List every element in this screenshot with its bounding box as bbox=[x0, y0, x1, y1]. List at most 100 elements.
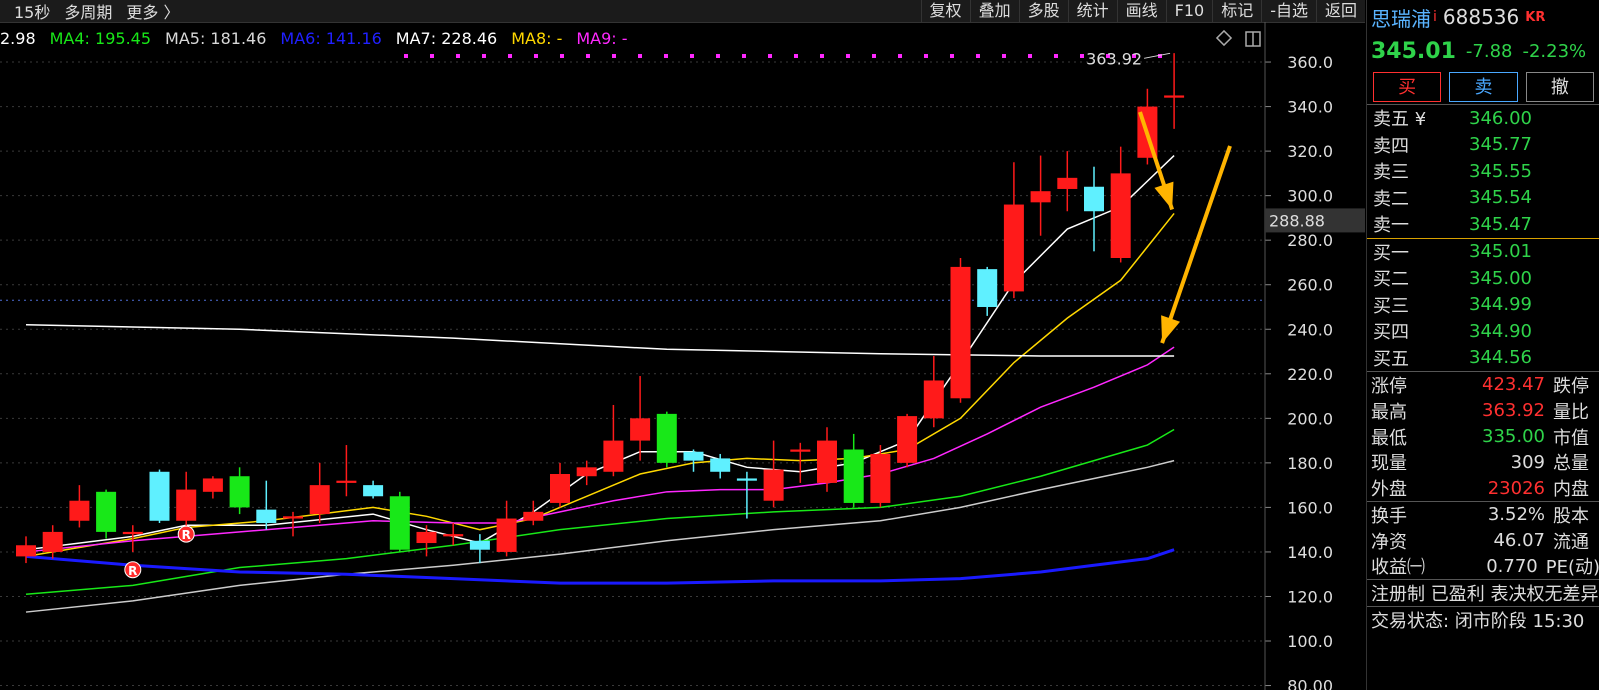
more-button[interactable]: 更多 〉 bbox=[126, 0, 179, 23]
ask-row-3: 卖三 345.55 bbox=[1367, 158, 1599, 185]
bid-row-3: 买三 344.99 bbox=[1367, 292, 1599, 319]
y-tick-label: 360.0 bbox=[1287, 53, 1333, 72]
stat-row: 现量 309 总量 bbox=[1367, 449, 1599, 475]
price-change-pct: -2.23% bbox=[1522, 40, 1587, 62]
trading-status: 交易状态: 闭市阶段 15:30 bbox=[1371, 611, 1585, 633]
bid-price[interactable]: 344.99 bbox=[1469, 294, 1532, 315]
bid-price[interactable]: 344.56 bbox=[1469, 347, 1532, 368]
restore-rights-button[interactable]: 复权 bbox=[920, 0, 970, 22]
ma-legend: 2.98 MA4: 195.45 MA5: 181.46 MA6: 141.16… bbox=[0, 26, 642, 50]
ask-label: 卖四 bbox=[1373, 135, 1409, 157]
stat-label-secondary: 流通 bbox=[1553, 531, 1589, 553]
quote-panel: 思瑞浦 i 688536 KR 345.01 -7.88 -2.23% 买 卖 … bbox=[1366, 0, 1599, 690]
candle-body bbox=[1110, 173, 1131, 258]
y-tick-label: 100.0 bbox=[1287, 632, 1333, 651]
overlay-button[interactable]: 叠加 bbox=[969, 0, 1019, 22]
y-tick-label: 260.0 bbox=[1287, 276, 1333, 295]
stat-row: 最高 363.92 量比 bbox=[1367, 398, 1599, 424]
bid-price[interactable]: 344.90 bbox=[1469, 321, 1532, 342]
ma-line-1 bbox=[25, 212, 1175, 558]
ask-row-5: 卖五 ¥ 346.00 bbox=[1367, 105, 1599, 132]
ask-price[interactable]: 345.54 bbox=[1469, 187, 1532, 208]
ask-price[interactable]: 346.00 bbox=[1469, 108, 1532, 129]
stat-value: 23026 bbox=[1487, 477, 1545, 499]
remove-watchlist-button[interactable]: -自选 bbox=[1261, 0, 1316, 22]
candle-body bbox=[1164, 95, 1185, 98]
statistics-button[interactable]: 统计 bbox=[1067, 0, 1117, 22]
candle-body bbox=[389, 496, 410, 550]
stock-name[interactable]: 思瑞浦 bbox=[1371, 3, 1431, 32]
multi-stock-button[interactable]: 多股 bbox=[1018, 0, 1068, 22]
ma-legend-item-0: 2.98 bbox=[0, 28, 36, 48]
candle-body bbox=[229, 476, 250, 508]
sell-button[interactable]: 卖 bbox=[1449, 72, 1518, 102]
period-15s[interactable]: 15秒 bbox=[14, 0, 50, 23]
candle-body bbox=[576, 467, 597, 477]
candle-body bbox=[16, 545, 36, 557]
ask-row-4: 卖四 345.77 bbox=[1367, 132, 1599, 159]
candle-body bbox=[710, 458, 731, 472]
high-price-label: 363.92 bbox=[1086, 49, 1142, 68]
stat-value: 0.770 bbox=[1486, 555, 1538, 577]
candle-body bbox=[603, 440, 624, 472]
candle-body bbox=[817, 440, 837, 483]
y-tick-label: 300.0 bbox=[1287, 187, 1333, 206]
ask-label: 卖二 bbox=[1373, 188, 1409, 210]
ask-row-1: 卖一 345.47 bbox=[1367, 211, 1599, 238]
ma-line-5 bbox=[25, 548, 1175, 585]
stat-row: 最低 335.00 市值 bbox=[1367, 424, 1599, 450]
cancel-order-button[interactable]: 撤 bbox=[1525, 72, 1594, 102]
stats-block-a: 涨停 423.47 跌停 最高 363.92 量比 最低 335.00 市值 现量 309 总量… bbox=[1367, 372, 1599, 501]
buy-button[interactable]: 买 bbox=[1373, 72, 1442, 102]
y-tick-label: 220.0 bbox=[1287, 365, 1333, 384]
ask-label: 卖三 bbox=[1373, 162, 1409, 184]
stock-code: 688536 bbox=[1442, 5, 1520, 29]
bid-label: 买三 bbox=[1373, 295, 1409, 317]
candle-body bbox=[1084, 186, 1104, 212]
bid-label: 买一 bbox=[1373, 242, 1409, 264]
stat-label-secondary: 市值 bbox=[1553, 427, 1589, 449]
ask-price[interactable]: 345.47 bbox=[1469, 214, 1532, 235]
stock-tag-badge: i bbox=[1433, 9, 1437, 25]
annotation-arrowhead bbox=[1154, 181, 1174, 210]
ask-price[interactable]: 345.55 bbox=[1469, 161, 1532, 182]
ma-legend-item-ma8: MA8: - bbox=[511, 28, 563, 48]
multi-period-button[interactable]: 多周期 bbox=[64, 0, 112, 23]
ask-price[interactable]: 345.77 bbox=[1469, 134, 1532, 155]
stat-value: 335.00 bbox=[1482, 425, 1545, 447]
bid-row-5: 买五 344.56 bbox=[1367, 345, 1599, 372]
event-marker-label: R bbox=[182, 528, 191, 542]
back-button[interactable]: 返回 bbox=[1315, 0, 1365, 22]
candle-body bbox=[630, 418, 651, 441]
trade-buttons: 买 卖 撤 bbox=[1367, 68, 1599, 104]
candle-body bbox=[790, 449, 811, 452]
candle-body bbox=[950, 266, 971, 399]
candle-body bbox=[96, 491, 117, 532]
candle-body bbox=[176, 489, 197, 521]
candlestick-chart[interactable]: 360.0 340.0 320.0 300.0 280.0 260.0 240.0 220.0… bbox=[0, 22, 1365, 690]
stat-label: 净资 bbox=[1371, 531, 1407, 553]
draw-line-button[interactable]: 画线 bbox=[1116, 0, 1166, 22]
stat-label-secondary: 量比 bbox=[1553, 401, 1589, 423]
toolbar-actions: 复权 叠加 多股 统计 画线 F10 标记 -自选 返回 bbox=[920, 0, 1365, 22]
bid-row-1: 买一 345.01 bbox=[1367, 239, 1599, 266]
candle-body bbox=[416, 531, 437, 544]
candle-body bbox=[149, 471, 170, 521]
f10-button[interactable]: F10 bbox=[1165, 0, 1213, 22]
candle-body bbox=[763, 469, 784, 501]
stat-label-secondary: 内盘 bbox=[1553, 479, 1589, 501]
stat-row: 净资 46.07 流通 bbox=[1367, 528, 1599, 554]
bid-price[interactable]: 345.00 bbox=[1469, 268, 1532, 289]
chart-toolbar: 15秒 多周期 更多 〉 复权 叠加 多股 统计 画线 F10 标记 -自选 返… bbox=[0, 0, 1365, 23]
y-tick-label: 200.0 bbox=[1287, 409, 1333, 428]
candle-body bbox=[42, 531, 63, 552]
mark-button[interactable]: 标记 bbox=[1212, 0, 1261, 22]
bid-price[interactable]: 345.01 bbox=[1469, 241, 1532, 262]
stock-header: 思瑞浦 i 688536 KR bbox=[1367, 0, 1599, 34]
candle-body bbox=[202, 478, 223, 492]
stat-value: 309 bbox=[1510, 451, 1545, 473]
stat-label-secondary: 总量 bbox=[1553, 453, 1589, 475]
stat-row: 换手 3.52% 股本 bbox=[1367, 502, 1599, 528]
stat-label: 最高 bbox=[1371, 401, 1407, 423]
candle-body bbox=[1003, 204, 1024, 292]
